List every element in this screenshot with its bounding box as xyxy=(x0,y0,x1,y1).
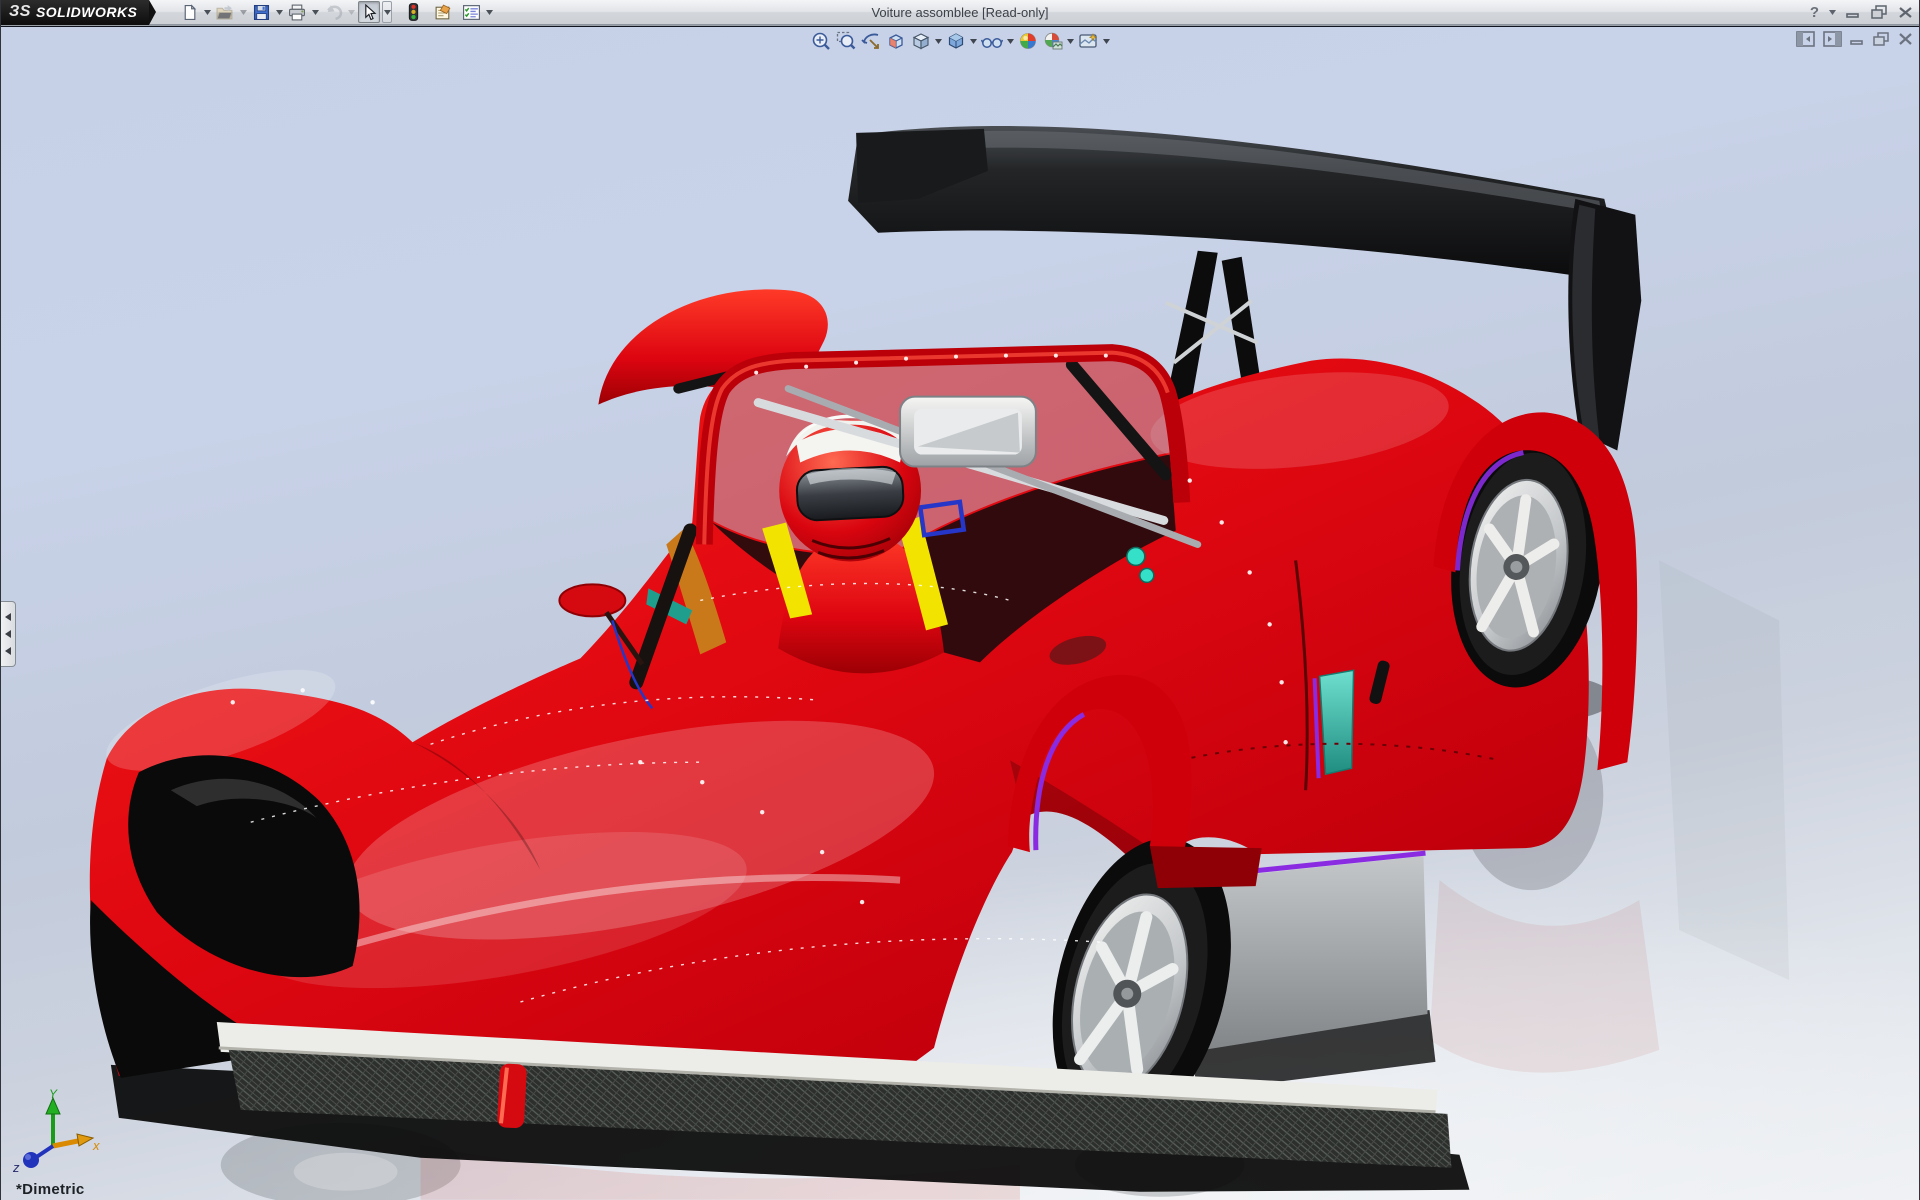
restore-button[interactable] xyxy=(1871,5,1888,19)
appearance-ball-icon xyxy=(1018,31,1038,51)
reference-triad: Y x z xyxy=(9,1088,101,1172)
expand-arrow-icon xyxy=(5,647,11,655)
close-button[interactable] xyxy=(1898,6,1913,19)
undo-dropdown-arrow[interactable] xyxy=(346,1,356,23)
printer-icon xyxy=(288,4,306,21)
expand-arrow-icon xyxy=(5,630,11,638)
file-properties-icon xyxy=(434,4,453,21)
headsup-view-toolbar xyxy=(809,30,1111,52)
view-orientation-label: *Dimetric xyxy=(16,1181,85,1198)
dassault-3s-icon: ЗS xyxy=(9,3,31,21)
new-document-icon xyxy=(181,4,198,21)
display-style-button[interactable] xyxy=(944,30,968,52)
previous-view-icon xyxy=(861,31,881,51)
apply-scene-button[interactable] xyxy=(1041,30,1065,52)
apply-scene-dropdown[interactable] xyxy=(1066,39,1075,44)
options-button[interactable] xyxy=(460,1,482,23)
zoom-to-fit-icon xyxy=(811,31,831,51)
display-style-dropdown[interactable] xyxy=(969,39,978,44)
rebuild-button[interactable] xyxy=(402,1,424,23)
display-style-icon xyxy=(946,31,966,51)
view-settings-button[interactable] xyxy=(1076,30,1101,52)
new-button[interactable] xyxy=(178,1,200,23)
document-window-controls xyxy=(1796,31,1913,47)
triad-z-label: z xyxy=(12,1160,20,1172)
open-dropdown-arrow[interactable] xyxy=(238,1,248,23)
hide-show-glasses-icon xyxy=(981,31,1003,51)
section-view-icon xyxy=(886,31,906,51)
zoom-to-area-button[interactable] xyxy=(834,30,858,52)
open-button[interactable] xyxy=(214,1,236,23)
window-controls: ? xyxy=(1810,0,1913,24)
help-dropdown-arrow[interactable] xyxy=(1829,10,1836,15)
featuremanager-collapsed-tab[interactable] xyxy=(1,601,16,667)
print-dropdown-arrow[interactable] xyxy=(310,1,320,23)
section-view-button[interactable] xyxy=(884,30,908,52)
zoom-to-area-icon xyxy=(836,31,856,51)
car-model-3d-view[interactable] xyxy=(1,27,1919,1200)
menu-expand-arrow[interactable] xyxy=(149,0,156,25)
options-list-icon xyxy=(462,4,481,21)
solidworks-logo: ЗS SOLIDWORKS xyxy=(1,0,149,25)
sill-shadow-patch xyxy=(1150,846,1262,888)
minimize-button[interactable] xyxy=(1846,6,1861,18)
doc-restore-button[interactable] xyxy=(1873,32,1890,47)
save-dropdown-arrow[interactable] xyxy=(274,1,284,23)
save-floppy-icon xyxy=(253,4,270,21)
solidworks-window: ЗS SOLIDWORKS xyxy=(0,0,1920,1200)
print-button[interactable] xyxy=(286,1,308,23)
pane-collapse-right-button[interactable] xyxy=(1823,31,1842,47)
graphics-area[interactable]: Y x z *Dimetric xyxy=(1,26,1919,1200)
rear-view-mirror xyxy=(900,397,1036,467)
teal-side-window xyxy=(1320,670,1354,774)
pane-collapse-left-button[interactable] xyxy=(1796,31,1815,47)
options-dropdown-arrow[interactable] xyxy=(484,1,494,23)
zoom-to-fit-button[interactable] xyxy=(809,30,833,52)
save-button[interactable] xyxy=(250,1,272,23)
title-bar: ЗS SOLIDWORKS xyxy=(1,0,1919,25)
select-dropdown-arrow[interactable] xyxy=(382,1,392,23)
apply-scene-icon xyxy=(1043,31,1063,51)
edit-appearance-button[interactable] xyxy=(1016,30,1040,52)
doc-close-button[interactable] xyxy=(1898,32,1913,46)
solidworks-logo-text: SOLIDWORKS xyxy=(36,4,137,20)
view-orientation-dropdown[interactable] xyxy=(934,39,943,44)
triad-x-label: x xyxy=(92,1138,100,1153)
help-icon[interactable]: ? xyxy=(1810,4,1819,21)
view-orientation-button[interactable] xyxy=(909,30,933,52)
hide-show-items-dropdown[interactable] xyxy=(1006,39,1015,44)
window-title: Voiture assomblee [Read-only] xyxy=(871,0,1048,24)
view-settings-icon xyxy=(1078,31,1099,51)
previous-view-button[interactable] xyxy=(859,30,883,52)
select-cursor-icon xyxy=(361,4,377,21)
open-folder-icon xyxy=(216,4,234,21)
select-button[interactable] xyxy=(358,1,380,23)
new-dropdown-arrow[interactable] xyxy=(202,1,212,23)
view-settings-dropdown[interactable] xyxy=(1102,39,1111,44)
undo-arrow-icon xyxy=(324,4,343,21)
undo-button[interactable] xyxy=(322,1,344,23)
rebuild-traffic-light-icon xyxy=(408,3,419,21)
hide-show-items-button[interactable] xyxy=(979,30,1005,52)
view-orientation-cube-icon xyxy=(911,31,931,51)
expand-arrow-icon xyxy=(5,613,11,621)
doc-minimize-button[interactable] xyxy=(1850,32,1865,46)
standard-toolbar xyxy=(178,1,494,23)
file-properties-button[interactable] xyxy=(432,1,454,23)
